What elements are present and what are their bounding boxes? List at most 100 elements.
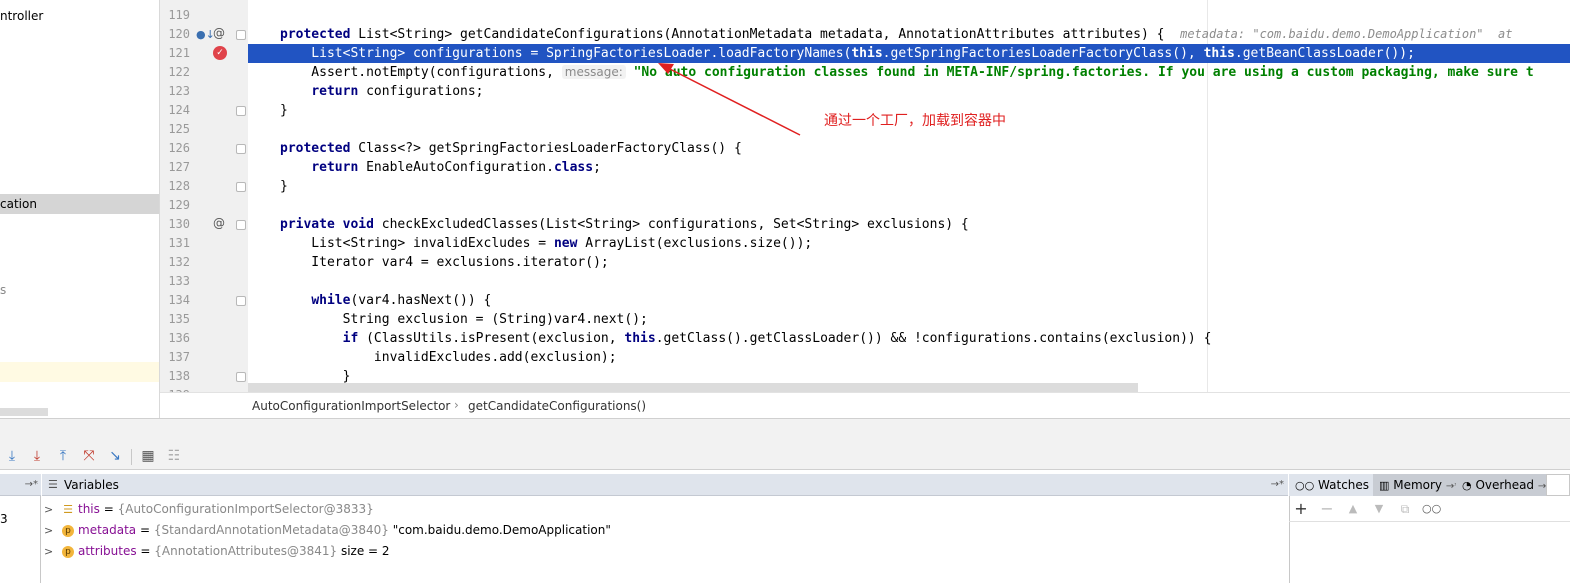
expand-chevron-icon[interactable]: > (44, 499, 62, 520)
move-down-icon[interactable]: ▼ (1371, 501, 1387, 517)
code-line-130[interactable]: private void checkExcludedClasses(List<S… (280, 215, 969, 234)
code-line-126[interactable]: protected Class<?> getSpringFactoriesLoa… (280, 139, 742, 158)
code-line-134[interactable]: while(var4.hasNext()) { (280, 291, 491, 310)
breadcrumb-class[interactable]: AutoConfigurationImportSelector (252, 399, 450, 413)
variable-row-metadata[interactable]: > p metadata = {StandardAnnotationMetadata… (44, 520, 611, 541)
line-number: 125 (168, 122, 190, 136)
frames-header: →* (0, 474, 41, 496)
keyword: protected (280, 27, 351, 42)
code-text: String exclusion = (String)var4.next(); (280, 312, 648, 327)
step-over-icon[interactable]: ⤓ (4, 448, 20, 464)
editor-horizontal-scrollbar[interactable] (248, 383, 1138, 392)
keyword: return (311, 84, 359, 99)
keyword: class (553, 160, 594, 175)
override-at-icon[interactable]: @ (213, 24, 225, 43)
tree-item-controller[interactable]: ntroller (0, 6, 43, 26)
fold-icon[interactable] (236, 182, 246, 192)
keyword: protected (280, 141, 351, 156)
line-number: 129 (168, 198, 190, 212)
code-line-137[interactable]: invalidExcludes.add(exclusion); (280, 348, 617, 367)
line-number: 123 (168, 84, 190, 98)
variables-title: Variables (64, 478, 119, 492)
code-text: Iterator var4 = exclusions.iterator(); (280, 255, 609, 270)
tab-label: Overhead (1475, 478, 1535, 492)
variable-row-this[interactable]: > ☰ this = {AutoConfigurationImportSelecto… (44, 499, 374, 520)
code-line-127[interactable]: return EnableAutoConfiguration.class; (280, 158, 601, 177)
line-number: 131 (168, 236, 190, 250)
variables-pin-button[interactable]: →* (1271, 474, 1284, 496)
line-number: 122 (168, 65, 190, 79)
step-out-icon[interactable]: ⤒ (55, 448, 71, 464)
code-line-120[interactable]: protected List<String> getCandidateConfi… (280, 25, 1512, 44)
variable-row-attributes[interactable]: > p attributes = {AnnotationAttributes@384… (44, 541, 390, 562)
code-text: invalidExcludes.add(exclusion); (280, 350, 617, 365)
inline-debug-value: metadata: "com.baidu.demo.DemoApplicatio… (1180, 27, 1513, 41)
watches-toolbar: + − ▲ ▼ ⧉ ○○ (1289, 500, 1570, 522)
code-line-122[interactable]: Assert.notEmpty(configurations, message:… (280, 63, 1534, 82)
parameter-hint: message: (561, 65, 626, 79)
fold-icon[interactable] (236, 106, 246, 116)
field-icon: ☰ (63, 502, 73, 516)
force-step-into-icon[interactable]: ⤓ (29, 448, 45, 464)
copy-icon[interactable]: ⧉ (1397, 501, 1413, 517)
code-line-132[interactable]: Iterator var4 = exclusions.iterator(); (280, 253, 609, 272)
tree-item-application[interactable]: cation (0, 194, 159, 214)
run-to-cursor-icon[interactable]: ↘ (107, 448, 123, 464)
breakpoint-icon[interactable]: ✓ (213, 46, 227, 60)
remove-watch-icon[interactable]: − (1319, 501, 1335, 517)
tab-memory[interactable]: ▥ Memory →* (1373, 474, 1466, 496)
line-number: 119 (168, 8, 190, 22)
fold-icon[interactable] (236, 296, 246, 306)
code-line-123[interactable]: return configurations; (280, 82, 483, 101)
code-text: List<String> invalidExcludes = (280, 236, 554, 251)
code-text: } (280, 369, 351, 384)
line-number: 136 (168, 331, 190, 345)
param-icon: p (62, 545, 74, 558)
code-line-136[interactable]: if (ClassUtils.isPresent(exclusion, this… (280, 329, 1212, 348)
breadcrumb-method[interactable]: getCandidateConfigurations() (468, 399, 646, 413)
expand-chevron-icon[interactable]: > (44, 541, 62, 562)
tabs-overflow-area (1546, 474, 1570, 496)
tab-overhead[interactable]: ◔ Overhead →* (1456, 474, 1558, 496)
tree-item-partial[interactable]: s (0, 280, 6, 300)
code-text: .getSpringFactoriesLoaderFactoryClass(), (882, 46, 1204, 61)
show-watches-icon[interactable]: ○○ (1422, 501, 1441, 517)
frames-pin-button[interactable]: →* (25, 474, 38, 496)
line-number: 132 (168, 255, 190, 269)
line-number: 133 (168, 274, 190, 288)
line-number: 130 (168, 217, 190, 231)
line-number: 128 (168, 179, 190, 193)
frames-pane[interactable]: 3 (0, 496, 41, 583)
variable-eq: = (136, 523, 154, 537)
code-line-124[interactable]: } (280, 101, 288, 120)
code-text: (ClassUtils.isPresent(exclusion, (358, 331, 625, 346)
add-watch-icon[interactable]: + (1293, 501, 1309, 517)
fold-icon[interactable] (236, 30, 246, 40)
code-text: Class<?> getSpringFactoriesLoaderFactory… (350, 141, 742, 156)
param-icon: p (62, 524, 74, 537)
frame-item[interactable]: 3 (0, 512, 8, 526)
code-text: EnableAutoConfiguration. (358, 160, 554, 175)
breadcrumb-separator: › (454, 398, 459, 412)
override-at-icon[interactable]: @ (213, 214, 225, 233)
code-line-121[interactable]: List<String> configurations = SpringFact… (280, 44, 1415, 63)
move-up-icon[interactable]: ▲ (1345, 501, 1361, 517)
drop-frame-icon[interactable]: ⤧ (81, 448, 97, 464)
trace-stream-icon[interactable]: ☷ (166, 448, 182, 464)
line-number: 135 (168, 312, 190, 326)
code-line-135[interactable]: String exclusion = (String)var4.next(); (280, 310, 648, 329)
evaluate-expression-icon[interactable]: ▦ (140, 448, 156, 464)
fold-icon[interactable] (236, 220, 246, 230)
implements-down-icon[interactable]: ●↓ (196, 25, 215, 44)
variable-value: size = 2 (337, 544, 390, 558)
fold-icon[interactable] (236, 372, 246, 382)
tab-label: Memory (1393, 478, 1443, 492)
code-text: List<String> getCandidateConfigurations(… (350, 27, 1165, 42)
tree-scrollbar[interactable] (0, 408, 48, 416)
code-line-131[interactable]: List<String> invalidExcludes = new Array… (280, 234, 812, 253)
fold-icon[interactable] (236, 144, 246, 154)
expand-chevron-icon[interactable]: > (44, 520, 62, 541)
line-number: 124 (168, 103, 190, 117)
line-number: 127 (168, 160, 190, 174)
code-line-128[interactable]: } (280, 177, 288, 196)
